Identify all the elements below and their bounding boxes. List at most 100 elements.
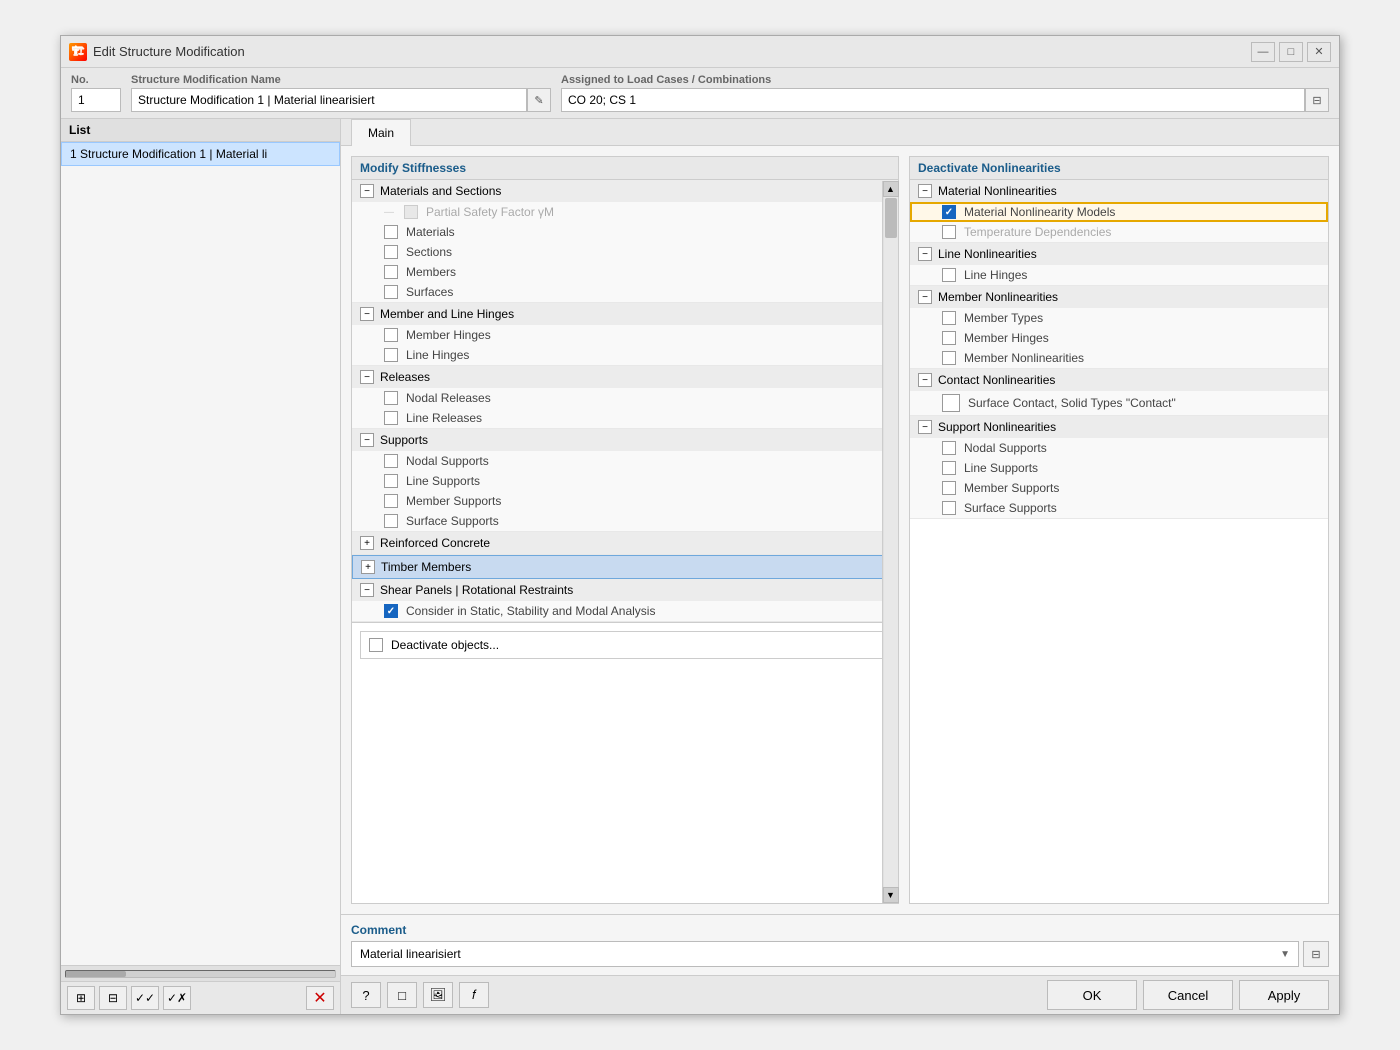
checkbox-material-nl-models[interactable] <box>942 205 956 219</box>
group-supports-header[interactable]: − Supports <box>352 429 898 451</box>
add-list-button2[interactable]: ⊟ <box>99 986 127 1010</box>
checkbox-member-hinges-nl[interactable] <box>942 331 956 345</box>
group-rc-header[interactable]: + Reinforced Concrete <box>352 532 898 554</box>
name-edit-button[interactable]: ✎ <box>527 88 551 112</box>
collapse-member-nl-btn[interactable]: − <box>918 290 932 304</box>
checkbox-line-supports[interactable] <box>384 474 398 488</box>
group-material-nl-header[interactable]: − Material Nonlinearities <box>910 180 1328 202</box>
checkbox-consider-analysis[interactable] <box>384 604 398 618</box>
checkbox-members[interactable] <box>384 265 398 279</box>
group-shear-header[interactable]: − Shear Panels | Rotational Restraints <box>352 579 898 601</box>
scroll-track <box>884 197 898 887</box>
label-member-supports-nl: Member Supports <box>964 481 1059 495</box>
collapse-materials-btn[interactable]: − <box>360 184 374 198</box>
horizontal-scrollbar[interactable] <box>61 965 340 981</box>
group-contact-nl-header[interactable]: − Contact Nonlinearities <box>910 369 1328 391</box>
comment-edit-button[interactable]: ⊟ <box>1303 941 1329 967</box>
modify-stiffnesses-panel: Modify Stiffnesses − Materials and Secti… <box>351 156 899 904</box>
checkbox-member-nonlinearities[interactable] <box>942 351 956 365</box>
maximize-button[interactable]: □ <box>1279 42 1303 62</box>
collapse-line-nl-btn[interactable]: − <box>918 247 932 261</box>
checkbox-surface-supports-nl[interactable] <box>942 501 956 515</box>
item-member-types: Member Types <box>910 308 1328 328</box>
no-input[interactable] <box>71 88 121 112</box>
name-input[interactable] <box>131 88 527 112</box>
group-member-nl-header[interactable]: − Member Nonlinearities <box>910 286 1328 308</box>
checkbox-nodal-releases[interactable] <box>384 391 398 405</box>
collapse-material-nl-btn[interactable]: − <box>918 184 932 198</box>
title-bar: 🏗 Edit Structure Modification — □ ✕ <box>61 36 1339 68</box>
checkbox-materials[interactable] <box>384 225 398 239</box>
group-releases-header[interactable]: − Releases <box>352 366 898 388</box>
checkbox-line-hinges-nl[interactable] <box>942 268 956 282</box>
checkbox-line-supports-nl[interactable] <box>942 461 956 475</box>
assigned-input-row: ⊟ <box>561 88 1329 112</box>
group-support-nl-header[interactable]: − Support Nonlinearities <box>910 416 1328 438</box>
checkbox-deactivate[interactable] <box>369 638 383 652</box>
apply-button[interactable]: Apply <box>1239 980 1329 1010</box>
checkbox-line-hinges[interactable] <box>384 348 398 362</box>
checkbox-line-releases[interactable] <box>384 411 398 425</box>
assigned-edit-button[interactable]: ⊟ <box>1305 88 1329 112</box>
scroll-thumb[interactable] <box>885 198 897 238</box>
checkbox-member-hinges[interactable] <box>384 328 398 342</box>
checkbox-member-types[interactable] <box>942 311 956 325</box>
item-line-hinges: Line Hinges <box>352 345 898 365</box>
collapse-supports-btn[interactable]: − <box>360 433 374 447</box>
deactivate-label: Deactivate objects... <box>391 638 499 652</box>
collapse-timber-btn[interactable]: + <box>361 560 375 574</box>
list-item[interactable]: 1 Structure Modification 1 | Material li <box>61 142 340 166</box>
add-list-button[interactable]: ⊞ <box>67 986 95 1010</box>
close-button[interactable]: ✕ <box>1307 42 1331 62</box>
label-nodal-supports-nl: Nodal Supports <box>964 441 1047 455</box>
check-list-button[interactable]: ✓✓ <box>131 986 159 1010</box>
ok-button[interactable]: OK <box>1047 980 1137 1010</box>
checkbox-nodal-supports-nl[interactable] <box>942 441 956 455</box>
vertical-scrollbar[interactable]: ▲ ▼ <box>882 181 898 903</box>
checkbox-sections[interactable] <box>384 245 398 259</box>
image-button[interactable]: 🖼 <box>423 982 453 1008</box>
uncheck-list-button[interactable]: ✓✗ <box>163 986 191 1010</box>
assigned-input[interactable] <box>561 88 1305 112</box>
checkbox-member-supports[interactable] <box>384 494 398 508</box>
checkbox-temp-dependencies[interactable] <box>942 225 956 239</box>
item-surfaces: Surfaces <box>352 282 898 302</box>
group-timber-header[interactable]: + Timber Members <box>353 556 897 578</box>
formula-button[interactable]: 𝑓 <box>459 982 489 1008</box>
checkbox-surfaces[interactable] <box>384 285 398 299</box>
group-line-nl-header[interactable]: − Line Nonlinearities <box>910 243 1328 265</box>
label-line-hinges-nl: Line Hinges <box>964 268 1027 282</box>
collapse-shear-btn[interactable]: − <box>360 583 374 597</box>
collapse-hinges-btn[interactable]: − <box>360 307 374 321</box>
checkbox-surface-contact[interactable] <box>942 394 960 412</box>
cancel-button[interactable]: Cancel <box>1143 980 1233 1010</box>
box-button[interactable]: □ <box>387 982 417 1008</box>
window-title: Edit Structure Modification <box>93 44 245 59</box>
scrollbar-thumb[interactable] <box>66 971 126 977</box>
collapse-support-nl-btn[interactable]: − <box>918 420 932 434</box>
item-nodal-supports-nl: Nodal Supports <box>910 438 1328 458</box>
tab-main[interactable]: Main <box>351 119 411 146</box>
checkbox-partial-safety[interactable] <box>404 205 418 219</box>
scroll-down-btn[interactable]: ▼ <box>883 887 899 903</box>
collapse-releases-btn[interactable]: − <box>360 370 374 384</box>
deactivate-nonlinearities-panel: Deactivate Nonlinearities − Material Non… <box>909 156 1329 904</box>
checkbox-nodal-supports[interactable] <box>384 454 398 468</box>
item-sections: Sections <box>352 242 898 262</box>
comment-dropdown[interactable]: Material linearisiert ▼ <box>351 941 1299 967</box>
minimize-button[interactable]: — <box>1251 42 1275 62</box>
checkbox-member-supports-nl[interactable] <box>942 481 956 495</box>
scroll-up-btn[interactable]: ▲ <box>883 181 899 197</box>
help-button[interactable]: ? <box>351 982 381 1008</box>
group-member-nonlinearities: − Member Nonlinearities Member Types Mem… <box>910 286 1328 369</box>
collapse-contact-nl-btn[interactable]: − <box>918 373 932 387</box>
delete-list-button[interactable]: ✕ <box>306 986 334 1010</box>
checkbox-surface-supports[interactable] <box>384 514 398 528</box>
group-materials-sections-header[interactable]: − Materials and Sections <box>352 180 898 202</box>
comment-section: Comment Material linearisiert ▼ ⊟ <box>341 914 1339 975</box>
label-line-releases: Line Releases <box>406 411 482 425</box>
collapse-rc-btn[interactable]: + <box>360 536 374 550</box>
item-consider-analysis: Consider in Static, Stability and Modal … <box>352 601 898 621</box>
group-member-line-hinges-header[interactable]: − Member and Line Hinges <box>352 303 898 325</box>
group-materials-sections-label: Materials and Sections <box>380 184 501 198</box>
